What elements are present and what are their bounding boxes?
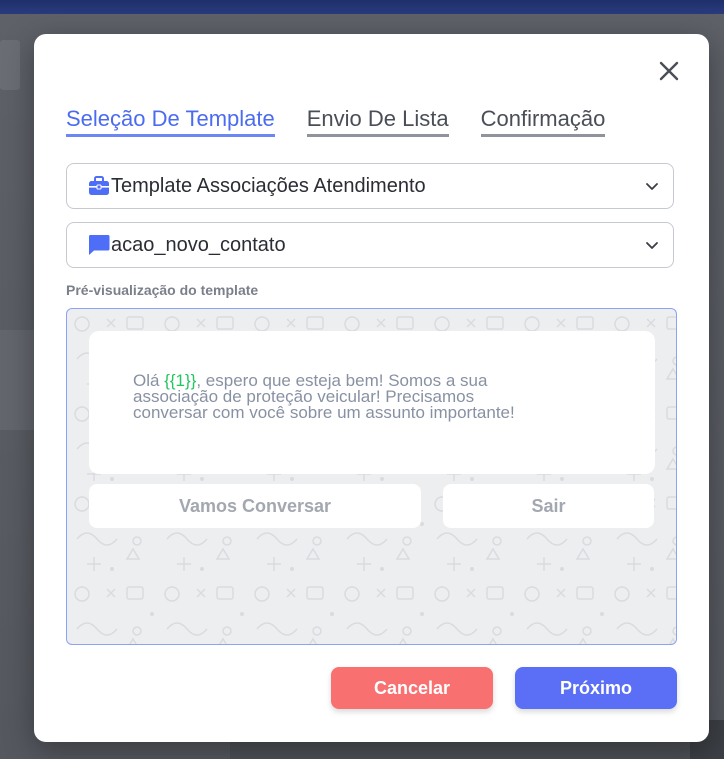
message-template-select[interactable]: acao_novo_contato	[66, 222, 674, 268]
chevron-down-icon	[645, 179, 659, 198]
app-header	[0, 0, 724, 14]
close-button[interactable]	[654, 56, 684, 86]
quick-reply-button[interactable]: Vamos Conversar	[89, 484, 421, 528]
template-preview: Olá {{1}}, espero que esteja bem! Somos …	[66, 308, 677, 645]
template-category-value: Template Associações Atendimento	[111, 174, 426, 197]
backdrop-element	[0, 40, 20, 90]
wizard-tabs: Seleção De Template Envio De Lista Confi…	[66, 106, 606, 137]
cancel-button[interactable]: Cancelar	[331, 667, 493, 709]
tab-list-upload[interactable]: Envio De Lista	[306, 106, 449, 137]
template-category-select[interactable]: Template Associações Atendimento	[66, 163, 674, 209]
close-icon	[659, 61, 679, 81]
message-bubble: Olá {{1}}, espero que esteja bem! Somos …	[89, 331, 655, 474]
chevron-down-icon	[645, 238, 659, 257]
tab-confirmation[interactable]: Confirmação	[480, 106, 606, 137]
message-line: conversar com você sobre um assunto impo…	[133, 403, 515, 422]
message-template-value: acao_novo_contato	[111, 233, 286, 256]
quick-reply-button[interactable]: Sair	[443, 484, 654, 528]
backdrop-element	[230, 740, 690, 759]
preview-label: Pré-visualização do template	[66, 282, 259, 298]
template-send-modal: Seleção De Template Envio De Lista Confi…	[34, 34, 709, 742]
briefcase-icon	[87, 174, 111, 198]
next-button[interactable]: Próximo	[515, 667, 677, 709]
tab-template-selection[interactable]: Seleção De Template	[66, 106, 275, 137]
chat-bubble-icon	[87, 233, 111, 257]
message-text: Olá {{1}}, espero que esteja bem! Somos …	[133, 372, 613, 422]
